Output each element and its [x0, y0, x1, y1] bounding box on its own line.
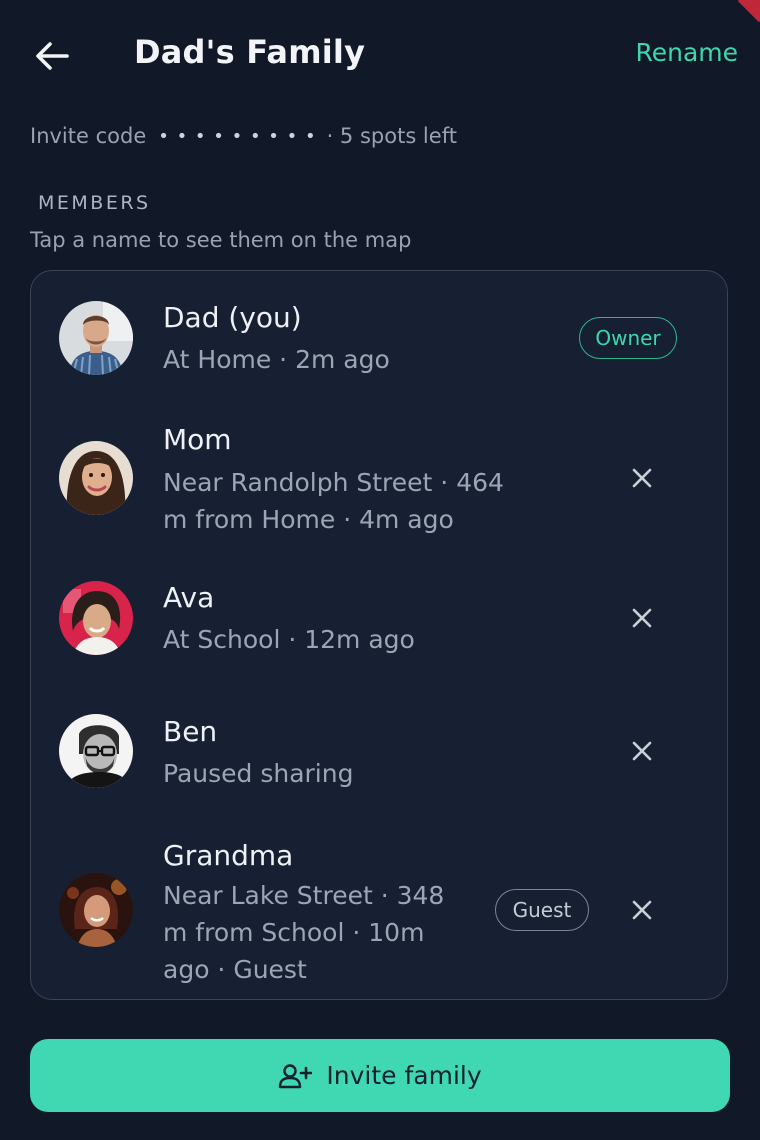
invite-code-value[interactable]: • • • • • • • • • [158, 126, 316, 147]
member-status: At School · 12m ago [163, 625, 415, 654]
back-button[interactable] [32, 36, 72, 76]
member-row-mom[interactable]: Mom Near Randolph Street · 464 m from Ho… [31, 421, 727, 541]
invite-code-label: Invite code [30, 124, 147, 148]
member-name: Ben [163, 715, 218, 748]
avatar [59, 301, 133, 375]
member-row-dad[interactable]: Dad (you) At Home · 2m ago Owner [31, 291, 727, 411]
close-icon [632, 608, 652, 628]
member-status: Near Randolph Street · 464 m from Home ·… [163, 468, 504, 534]
invite-family-label: Invite family [326, 1061, 482, 1090]
invite-code-row: Invite code • • • • • • • • • · 5 spots … [30, 124, 457, 148]
member-status: Near Lake Street · 348 m from School · 1… [163, 881, 445, 984]
guest-badge: Guest [495, 889, 589, 931]
member-row-ben[interactable]: Ben Paused sharing [31, 705, 727, 805]
close-icon [632, 741, 652, 761]
avatar [59, 873, 133, 947]
remove-member-button[interactable] [627, 736, 657, 766]
arrow-left-icon [36, 42, 69, 70]
member-name: Dad (you) [163, 301, 302, 334]
remove-member-button[interactable] [627, 463, 657, 493]
owner-badge: Owner [579, 317, 677, 359]
add-person-icon [278, 1063, 313, 1089]
close-icon [632, 468, 652, 488]
members-hint: Tap a name to see them on the map [30, 228, 412, 252]
member-row-grandma[interactable]: Grandma Near Lake Street · 348 m from Sc… [31, 839, 727, 989]
members-list: Dad (you) At Home · 2m ago Owner Mom Nea… [30, 270, 728, 1000]
member-name: Mom [163, 423, 232, 456]
invite-family-button[interactable]: Invite family [30, 1039, 730, 1112]
top-bar: Dad's Family Rename [0, 0, 760, 110]
member-status: At Home · 2m ago [163, 345, 390, 374]
member-name: Grandma [163, 839, 294, 872]
avatar [59, 714, 133, 788]
avatar [59, 441, 133, 515]
avatar [59, 581, 133, 655]
rename-button[interactable]: Rename [635, 38, 738, 67]
close-icon [632, 900, 652, 920]
spots-left-text: · 5 spots left [326, 124, 457, 148]
remove-member-button[interactable] [627, 603, 657, 633]
remove-member-button[interactable] [627, 895, 657, 925]
member-name: Ava [163, 581, 215, 614]
members-heading: MEMBERS [38, 192, 151, 214]
member-status: Paused sharing [163, 759, 354, 788]
member-row-ava[interactable]: Ava At School · 12m ago [31, 571, 727, 671]
page-title: Dad's Family [134, 33, 366, 71]
